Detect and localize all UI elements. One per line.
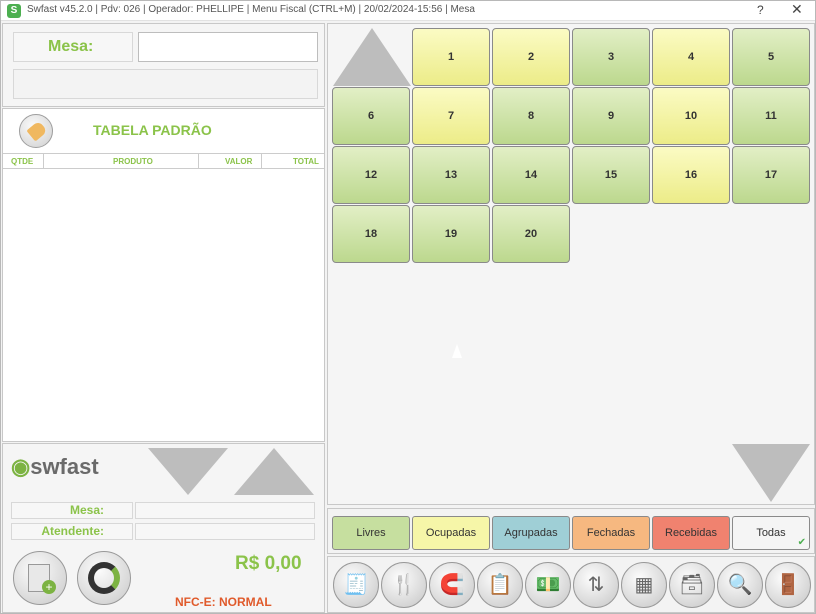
register-button[interactable]: 🗃 bbox=[669, 562, 715, 608]
cutlery-button[interactable]: 🍴 bbox=[381, 562, 427, 608]
table-tile[interactable]: 5 bbox=[732, 28, 810, 86]
mesa-input[interactable] bbox=[138, 32, 318, 62]
order-total: R$ 0,00 bbox=[235, 553, 302, 574]
swfast-logo-icon: ◉ bbox=[11, 454, 31, 479]
table-tile[interactable]: 4 bbox=[652, 28, 730, 86]
table-tile[interactable]: 2 bbox=[492, 28, 570, 86]
app-window: S Swfast v45.2.0 | Pdv: 026 | Operador: … bbox=[0, 0, 816, 614]
money-button[interactable]: 💵 bbox=[525, 562, 571, 608]
check-icon: ✔ bbox=[797, 537, 806, 548]
table-tile[interactable]: 17 bbox=[732, 146, 810, 204]
search-icon: 🔍 bbox=[727, 574, 753, 596]
column-produto: PRODUTO bbox=[113, 157, 153, 166]
table-tile[interactable]: 19 bbox=[412, 205, 490, 263]
transfer-icon: ⇅ bbox=[587, 574, 605, 596]
info-mesa-label: Mesa: bbox=[11, 502, 133, 519]
close-button[interactable]: ✕ bbox=[791, 1, 803, 18]
order-items-panel: TABELA PADRÃO QTDE PRODUTO VALOR TOTAL bbox=[2, 108, 325, 442]
scroll-down-tables-button[interactable] bbox=[732, 444, 810, 502]
table-tile[interactable]: 8 bbox=[492, 87, 570, 145]
magnet-icon: 🧲 bbox=[439, 574, 465, 596]
group-tables-icon: ▦ bbox=[634, 574, 654, 596]
action-toolbar: 🧾 🍴 🧲 📋 💵 ⇅ ▦ 🗃 🔍 🚪 bbox=[327, 556, 815, 613]
scroll-up-items-button[interactable] bbox=[234, 448, 314, 495]
mouse-cursor-icon bbox=[452, 344, 462, 358]
table-tile[interactable]: 1 bbox=[412, 28, 490, 86]
table-tile[interactable]: 13 bbox=[412, 146, 490, 204]
info-atendente-value bbox=[135, 523, 315, 540]
table-tile[interactable]: 11 bbox=[732, 87, 810, 145]
tables-grid-panel: 1 2 3 4 5 6 7 8 9 10 11 12 13 14 15 16 17 18 19 20 bbox=[327, 23, 815, 505]
info-mesa-value bbox=[135, 502, 315, 519]
table-tile[interactable]: 15 bbox=[572, 146, 650, 204]
table-tile[interactable]: 7 bbox=[412, 87, 490, 145]
price-table-title: TABELA PADRÃO bbox=[93, 122, 212, 138]
filter-livres-button[interactable]: Livres bbox=[332, 516, 410, 550]
table-tile[interactable]: 12 bbox=[332, 146, 410, 204]
cancel-receipt-button[interactable]: 🧾 bbox=[333, 562, 379, 608]
money-icon: 💵 bbox=[535, 574, 561, 596]
table-tile[interactable]: 3 bbox=[572, 28, 650, 86]
plus-icon: + bbox=[42, 580, 56, 594]
nfce-status: NFC-E: NORMAL bbox=[175, 595, 272, 609]
cancel-receipt-icon: 🧾 bbox=[343, 574, 369, 596]
clipboard-button[interactable]: 📋 bbox=[477, 562, 523, 608]
scroll-up-tables-button[interactable] bbox=[333, 28, 411, 86]
table-tile[interactable]: 10 bbox=[652, 87, 730, 145]
cutlery-icon: 🍴 bbox=[391, 574, 417, 596]
new-order-button[interactable]: + bbox=[13, 551, 67, 605]
status-filter-bar: Livres Ocupadas Agrupadas Fechadas Recebidas… bbox=[327, 508, 815, 554]
exit-icon: 🚪 bbox=[775, 574, 801, 596]
app-logo-icon: S bbox=[7, 4, 21, 18]
window-title: Swfast v45.2.0 | Pdv: 026 | Operador: PH… bbox=[27, 4, 475, 15]
swirl-icon bbox=[88, 562, 120, 594]
mesa-label: Mesa: bbox=[13, 32, 133, 62]
items-table-header: QTDE PRODUTO VALOR TOTAL bbox=[3, 153, 324, 169]
table-tile[interactable]: 18 bbox=[332, 205, 410, 263]
table-tile[interactable]: 16 bbox=[652, 146, 730, 204]
price-table-button[interactable] bbox=[19, 114, 53, 148]
filter-fechadas-button[interactable]: Fechadas bbox=[572, 516, 650, 550]
column-total: TOTAL bbox=[293, 157, 319, 166]
table-tile[interactable]: 14 bbox=[492, 146, 570, 204]
table-tile[interactable]: 6 bbox=[332, 87, 410, 145]
help-button[interactable]: ? bbox=[757, 3, 764, 17]
mesa-info-field bbox=[13, 69, 318, 99]
filter-todas-button[interactable]: Todas ✔ bbox=[732, 516, 810, 550]
magnet-button[interactable]: 🧲 bbox=[429, 562, 475, 608]
search-button[interactable]: 🔍 bbox=[717, 562, 763, 608]
filter-ocupadas-button[interactable]: Ocupadas bbox=[412, 516, 490, 550]
filter-recebidas-button[interactable]: Recebidas bbox=[652, 516, 730, 550]
filter-agrupadas-button[interactable]: Agrupadas bbox=[492, 516, 570, 550]
tag-icon bbox=[26, 120, 48, 142]
column-valor: VALOR bbox=[225, 157, 253, 166]
info-atendente-label: Atendente: bbox=[11, 523, 133, 540]
brand-name: swfast bbox=[30, 454, 99, 479]
swfast-logo: ◉swfast bbox=[11, 454, 99, 480]
register-icon: 🗃 bbox=[679, 574, 705, 596]
clipboard-icon: 📋 bbox=[487, 574, 513, 596]
refresh-button[interactable] bbox=[77, 551, 131, 605]
table-tile[interactable]: 9 bbox=[572, 87, 650, 145]
title-bar: S Swfast v45.2.0 | Pdv: 026 | Operador: … bbox=[1, 1, 815, 21]
table-tile[interactable]: 20 bbox=[492, 205, 570, 263]
transfer-button[interactable]: ⇅ bbox=[573, 562, 619, 608]
column-qtde: QTDE bbox=[11, 157, 34, 166]
group-tables-button[interactable]: ▦ bbox=[621, 562, 667, 608]
scroll-down-items-button[interactable] bbox=[148, 448, 228, 495]
exit-button[interactable]: 🚪 bbox=[765, 562, 811, 608]
mesa-panel: Mesa: bbox=[2, 23, 325, 107]
